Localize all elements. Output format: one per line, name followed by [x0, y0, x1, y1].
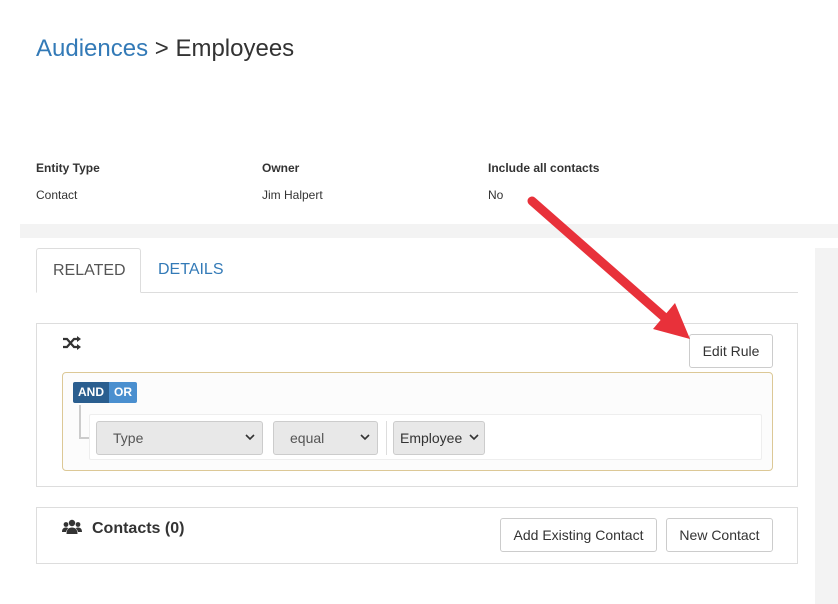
chevron-down-icon	[245, 434, 255, 441]
rule-group: AND OR Type equal Employee	[62, 372, 773, 471]
right-gutter	[815, 248, 838, 604]
contacts-panel: Contacts (0) Add Existing Contact New Co…	[36, 507, 798, 564]
chevron-down-icon	[469, 434, 479, 441]
rule-field-value: Type	[113, 430, 144, 446]
chevron-down-icon	[360, 434, 370, 441]
include-all-contacts-field: Include all contacts No	[488, 160, 599, 203]
and-or-toggle: AND OR	[73, 382, 137, 403]
and-button[interactable]: AND	[73, 382, 109, 403]
tab-details[interactable]: DETAILS	[142, 248, 240, 293]
breadcrumb-audiences-link[interactable]: Audiences	[36, 35, 148, 62]
rule-field-select[interactable]: Type	[96, 421, 263, 455]
rule-value-value: Employee	[400, 430, 463, 446]
tab-related[interactable]: RELATED	[36, 248, 141, 293]
tab-bar: RELATED DETAILS	[36, 248, 798, 293]
rule-operator-select[interactable]: equal	[273, 421, 378, 455]
owner-label: Owner	[262, 161, 300, 175]
new-contact-button[interactable]: New Contact	[666, 518, 773, 552]
page-title: Employees	[175, 35, 295, 62]
entity-type-label: Entity Type	[36, 161, 100, 175]
include-all-contacts-label: Include all contacts	[488, 161, 600, 175]
shuffle-icon	[63, 336, 81, 350]
rule-value-divider	[386, 421, 387, 455]
audience-rule-panel: Edit Rule AND OR Type equal Employee	[36, 323, 798, 487]
rule-value-select[interactable]: Employee	[393, 421, 485, 455]
section-divider-band	[20, 224, 838, 238]
rule-condition-row: Type equal Employee	[89, 414, 762, 460]
entity-type-field: Entity Type Contact	[36, 160, 100, 203]
owner-value: Jim Halpert	[262, 188, 323, 202]
contacts-title: Contacts (0)	[92, 520, 185, 537]
owner-field: Owner Jim Halpert	[262, 160, 323, 203]
people-icon	[62, 519, 82, 534]
include-all-contacts-value: No	[488, 188, 504, 202]
add-existing-contact-button[interactable]: Add Existing Contact	[500, 518, 657, 552]
or-button[interactable]: OR	[109, 382, 137, 403]
entity-type-value: Contact	[36, 188, 78, 202]
breadcrumb-separator: >	[154, 35, 169, 62]
rule-operator-value: equal	[290, 430, 325, 446]
breadcrumb: Audiences > Employees	[36, 35, 294, 63]
edit-rule-button[interactable]: Edit Rule	[689, 334, 773, 368]
